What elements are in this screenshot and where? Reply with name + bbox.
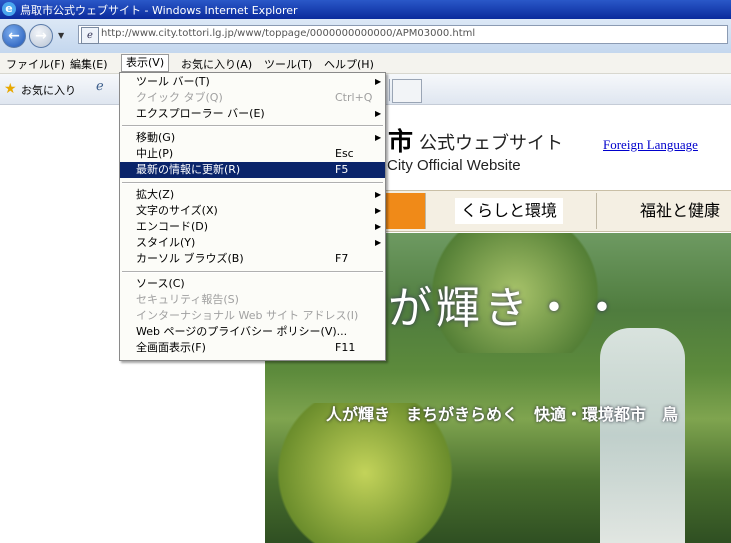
foreign-language-link[interactable]: Foreign Language xyxy=(603,137,698,153)
view-menu-item[interactable]: 最新の情報に更新(R) F5 xyxy=(120,162,385,178)
menu-item-shortcut: F11 xyxy=(335,341,356,354)
view-menu-item[interactable]: エクスプローラー バー(E) ▶ xyxy=(120,106,385,122)
menu-separator xyxy=(122,271,383,273)
view-menu-item: セキュリティ報告(S) xyxy=(120,292,385,308)
view-menu-item[interactable]: エンコード(D) ▶ xyxy=(120,219,385,235)
nav-item-living[interactable]: くらしと環境 xyxy=(455,198,564,224)
view-menu-item[interactable]: ツール バー(T) ▶ xyxy=(120,74,385,90)
view-menu-item[interactable]: 移動(G) ▶ xyxy=(120,130,385,146)
menu-view[interactable]: 表示(V) xyxy=(121,54,170,72)
nav-divider xyxy=(425,193,426,229)
menu-tools[interactable]: ツール(T) xyxy=(261,56,315,72)
nav-item-welfare[interactable]: 福祉と健康 xyxy=(640,198,720,224)
recent-pages-dropdown-icon[interactable]: ▼ xyxy=(58,31,64,40)
submenu-arrow-icon: ▶ xyxy=(375,222,382,231)
view-menu-item[interactable]: 中止(P) Esc xyxy=(120,146,385,162)
hero-title: が輝き・・ xyxy=(388,283,628,334)
site-title-en: City Official Website xyxy=(387,157,521,174)
hero-subtitle: 人が輝き まちがきらめく 快適・環境都市 鳥 xyxy=(326,405,679,424)
menu-item-shortcut: F5 xyxy=(335,163,349,176)
menu-item-label: 全画面表示(F) xyxy=(136,341,206,354)
menu-item-label: カーソル ブラウズ(B) xyxy=(136,252,244,265)
menu-item-label: 最新の情報に更新(R) xyxy=(136,163,241,176)
menu-bar: ファイル(F) 編集(E) 表示(V) お気に入り(A) ツール(T) ヘルプ(… xyxy=(0,53,731,74)
site-title-jp: 公式ウェブサイト xyxy=(419,133,563,154)
view-menu-item[interactable]: カーソル ブラウズ(B) F7 xyxy=(120,251,385,267)
menu-favorites[interactable]: お気に入り(A) xyxy=(178,56,255,72)
submenu-arrow-icon: ▶ xyxy=(375,206,382,215)
menu-file[interactable]: ファイル(F) xyxy=(3,56,68,72)
menu-edit[interactable]: 編集(E) xyxy=(67,56,111,72)
page-icon: ℯ xyxy=(81,27,99,44)
menu-item-label: 拡大(Z) xyxy=(136,188,175,201)
view-menu-item[interactable]: 全画面表示(F) F11 xyxy=(120,340,385,356)
view-menu-item[interactable]: Web ページのプライバシー ポリシー(V)... xyxy=(120,324,385,340)
forward-button[interactable]: → xyxy=(29,24,53,48)
address-bar[interactable]: ℯ http://www.city.tottori.lg.jp/www/topp… xyxy=(78,25,728,44)
tab-divider xyxy=(389,79,391,101)
tab-page-icon[interactable]: ℯ xyxy=(96,79,114,97)
menu-item-label: 移動(G) xyxy=(136,131,176,144)
menu-item-label: クイック タブ(Q) xyxy=(136,91,223,104)
menu-item-label: 中止(P) xyxy=(136,147,174,160)
view-menu-item[interactable]: 文字のサイズ(X) ▶ xyxy=(120,203,385,219)
nav-active-tab[interactable] xyxy=(384,193,425,229)
menu-item-label: ツール バー(T) xyxy=(136,75,210,88)
submenu-arrow-icon: ▶ xyxy=(375,109,382,118)
favorites-button[interactable]: お気に入り xyxy=(21,82,76,98)
window-title: 鳥取市公式ウェブサイト - Windows Internet Explorer xyxy=(20,4,298,17)
new-tab-button[interactable] xyxy=(392,79,422,103)
menu-item-label: インターナショナル Web サイト アドレス(I) xyxy=(136,309,359,322)
ie-logo-icon: e xyxy=(2,2,16,16)
menu-item-label: Web ページのプライバシー ポリシー(V)... xyxy=(136,325,348,338)
menu-item-label: スタイル(Y) xyxy=(136,236,196,249)
menu-item-shortcut: Esc xyxy=(335,147,354,160)
submenu-arrow-icon: ▶ xyxy=(375,238,382,247)
hero-waterfall xyxy=(600,328,685,543)
menu-help[interactable]: ヘルプ(H) xyxy=(321,56,377,72)
menu-item-label: エンコード(D) xyxy=(136,220,209,233)
menu-item-label: エクスプローラー バー(E) xyxy=(136,107,265,120)
title-bar: e 鳥取市公式ウェブサイト - Windows Internet Explore… xyxy=(0,0,731,19)
site-logo-kanji: 市 xyxy=(388,127,414,156)
back-button[interactable]: ← xyxy=(2,24,26,48)
view-menu-item: インターナショナル Web サイト アドレス(I) xyxy=(120,308,385,324)
menu-item-label: 文字のサイズ(X) xyxy=(136,204,218,217)
address-url[interactable]: http://www.city.tottori.lg.jp/www/toppag… xyxy=(101,28,475,39)
menu-item-shortcut: F7 xyxy=(335,252,349,265)
submenu-arrow-icon: ▶ xyxy=(375,190,382,199)
view-menu-item[interactable]: ソース(C) xyxy=(120,276,385,292)
nav-divider xyxy=(596,193,597,229)
favorites-star-icon[interactable]: ★ xyxy=(4,81,17,97)
view-menu-item[interactable]: スタイル(Y) ▶ xyxy=(120,235,385,251)
submenu-arrow-icon: ▶ xyxy=(375,77,382,86)
submenu-arrow-icon: ▶ xyxy=(375,133,382,142)
menu-item-shortcut: Ctrl+Q xyxy=(335,91,373,104)
menu-item-label: セキュリティ報告(S) xyxy=(136,293,239,306)
view-menu-dropdown: ツール バー(T) ▶ クイック タブ(Q) Ctrl+Q エクスプローラー バー(E)… xyxy=(119,72,386,361)
view-menu-item[interactable]: 拡大(Z) ▶ xyxy=(120,187,385,203)
menu-separator xyxy=(122,182,383,184)
view-menu-item: クイック タブ(Q) Ctrl+Q xyxy=(120,90,385,106)
menu-item-label: ソース(C) xyxy=(136,277,185,290)
menu-separator xyxy=(122,125,383,127)
